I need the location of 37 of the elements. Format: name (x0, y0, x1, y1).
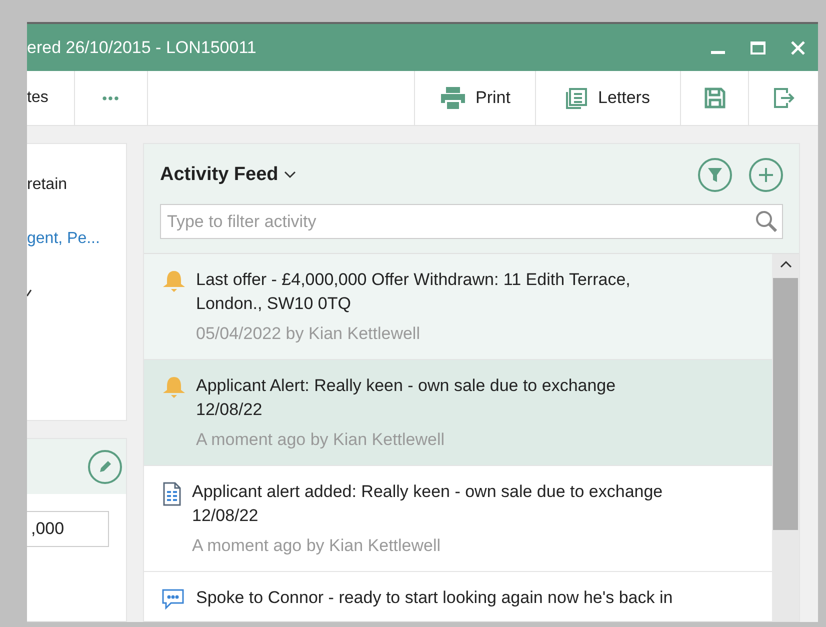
search-field[interactable]: Type to filter activity (160, 204, 783, 239)
activity-text: Last offer - £4,000,000 Offer Withdrawn: 11 Edith Terrace, London., SW10 0TQ (196, 269, 632, 315)
filter-button[interactable] (698, 158, 732, 192)
plus-icon (758, 167, 774, 183)
toolbar-tab[interactable]: tes (27, 71, 75, 125)
activity-text: Spoke to Connor - ready to start looking again now he's back in (196, 587, 674, 609)
activity-item[interactable]: Applicant Alert: Really keen - own sale due to exchange 12/08/22 A moment ago by Kian Kettlewell (144, 360, 772, 466)
activity-item[interactable]: Last offer - £4,000,000 Offer Withdrawn: 11 Edith Terrace, London., SW10 0TQ 05/04/2022 by Kian Kettlewell (144, 254, 772, 360)
exit-icon (772, 87, 794, 109)
maximize-icon (750, 40, 766, 56)
save-icon (704, 87, 726, 109)
minimize-icon (711, 51, 725, 54)
printer-icon (440, 87, 466, 109)
edit-button[interactable] (88, 450, 122, 484)
scrollbar-thumb[interactable] (773, 278, 798, 530)
activity-meta: A moment ago by Kian Kettlewell (192, 536, 442, 556)
add-button[interactable] (749, 158, 783, 192)
chevron-down-icon (284, 171, 296, 179)
bell-icon (162, 270, 186, 292)
documents-icon (566, 87, 588, 109)
input-field[interactable]: ,000 (27, 511, 109, 547)
activity-text: Applicant Alert: Really keen - own sale due to exchange 12/08/22 (196, 375, 617, 421)
activity-meta: A moment ago by Kian Kettlewell (196, 430, 446, 450)
window-title: ered 26/10/2015 - LON150011 (27, 38, 258, 58)
caret-icon (27, 289, 32, 297)
bell-icon (162, 376, 186, 398)
document-icon (162, 482, 182, 506)
field-text: retain (27, 176, 68, 193)
search-icon (755, 210, 777, 232)
pencil-icon (97, 458, 113, 474)
feed-title-dropdown[interactable]: Activity Feed (160, 164, 698, 186)
link[interactable]: gent, Pe... (27, 230, 100, 247)
close-icon (790, 40, 806, 56)
activity-text: Applicant alert added: Really keen - own sale due to exchange 12/08/22 (192, 481, 664, 527)
filter-icon (708, 167, 722, 183)
activity-meta: 05/04/2022 by Kian Kettlewell (196, 324, 421, 344)
chat-icon (162, 588, 186, 610)
